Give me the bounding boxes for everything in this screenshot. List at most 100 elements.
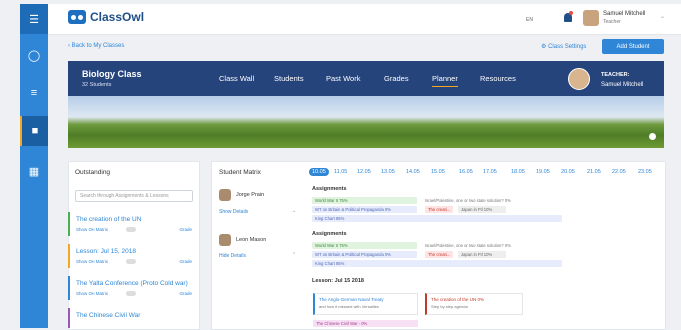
menu-icon[interactable]: ☰ [20, 4, 48, 34]
class-settings-label: Class Settings [548, 44, 587, 50]
chevron-down-icon[interactable]: ⌄ [292, 208, 296, 214]
lesson-label: Lesson: Jul 15 2018 [312, 278, 364, 284]
cover-nav-icon[interactable] [649, 133, 656, 140]
assignment-chip[interactable]: Japan in Ftl 10% [458, 251, 506, 258]
user-avatar[interactable] [583, 10, 599, 26]
grade-link[interactable]: Grade [179, 291, 192, 296]
dashboard-icon[interactable]: ◯ [20, 40, 48, 70]
assignment-chip[interactable]: The creati... [425, 251, 453, 258]
date-column[interactable]: 23.05 [638, 169, 652, 175]
brand-name: ClassOwl [90, 10, 145, 24]
tab-planner[interactable]: Planner [432, 74, 458, 87]
assignment-chip[interactable]: World War II 75% [312, 197, 417, 204]
search-input[interactable]: Search through Assignments & Lessons [75, 190, 193, 202]
hide-details-link[interactable]: Hide Details [219, 253, 246, 259]
user-role: Teacher [603, 19, 621, 25]
assignments-label: Assignments [312, 186, 347, 192]
lesson-chip[interactable]: The Chinese Civil War - 0% [313, 320, 418, 327]
tab-grades[interactable]: Grades [384, 74, 409, 83]
assignment-chip[interactable]: World War II 75% [312, 242, 417, 249]
teacher-label: TEACHER: [601, 72, 630, 78]
assignment-chip[interactable]: King Chart 85% [312, 215, 562, 222]
assignment-chip[interactable]: WT on Britain & Political Propaganda 0% [312, 251, 417, 258]
lesson-card[interactable]: The creation of the UN 0% Step by step a… [425, 293, 523, 315]
user-name[interactable]: Samuel Mitchell [603, 11, 645, 17]
date-column[interactable]: 19.05 [536, 169, 550, 175]
item-title[interactable]: Lesson: Jul 15, 2018 [76, 248, 136, 255]
outstanding-title: Outstanding [75, 169, 111, 176]
show-on-matrix-toggle[interactable] [126, 227, 136, 232]
item-title[interactable]: The creation of the UN [76, 216, 141, 223]
date-column[interactable]: 16.05 [459, 169, 473, 175]
matrix-title: Student Matrix [219, 169, 261, 176]
topbar: ClassOwl EN Samuel Mitchell Teacher ⌄ [48, 4, 681, 35]
class-settings-link[interactable]: ⚙ Class Settings [541, 43, 586, 50]
teacher-avatar [568, 68, 590, 90]
class-name: Biology Class [82, 69, 142, 79]
sidebar: ☰ ◯ ≡ ■ ▦ [20, 4, 48, 328]
student-count: 32 Students [82, 82, 112, 88]
assignment-chip[interactable]: WT on Britain & Political Propaganda 0% [312, 206, 417, 213]
student-name[interactable]: Leon Mason [236, 237, 266, 243]
back-link-label: Back to My Classes [71, 43, 125, 49]
assignment-chip[interactable]: King Chart 85% [312, 260, 562, 267]
assignment-note: Israel/Palestine, one or two state solut… [425, 198, 511, 203]
show-on-matrix-toggle[interactable] [126, 259, 136, 264]
outstanding-item[interactable]: The Chinese Civil War [68, 308, 198, 328]
assignment-chip[interactable]: The creati... [425, 206, 453, 213]
show-details-link[interactable]: Show Details [219, 209, 248, 215]
date-column[interactable]: 11.05 [334, 169, 347, 175]
outstanding-item[interactable]: Lesson: Jul 15, 2018 Show On Matrix Grad… [68, 244, 198, 268]
class-cover-image [68, 96, 664, 148]
calendar-icon[interactable]: ▦ [20, 156, 48, 186]
date-column[interactable]: 22.05 [612, 169, 626, 175]
outstanding-item[interactable]: The Yalta Conference (Proto Cold war) Sh… [68, 276, 198, 300]
show-on-matrix-label: Show On Matrix [76, 227, 109, 232]
student-avatar [219, 189, 231, 201]
language-flag-icon[interactable]: EN [526, 17, 533, 23]
tab-students[interactable]: Students [274, 74, 304, 83]
classes-icon[interactable]: ■ [20, 116, 48, 146]
assignment-chip[interactable]: Japan in Ftl 10% [458, 206, 506, 213]
date-column[interactable]: 15.05 [431, 169, 445, 175]
logo[interactable]: ClassOwl [68, 10, 144, 24]
student-name[interactable]: Jorge Prain [236, 192, 264, 198]
item-title[interactable]: The Yalta Conference (Proto Cold war) [76, 280, 188, 287]
date-column[interactable]: 14.05 [406, 169, 420, 175]
item-title[interactable]: The Chinese Civil War [76, 312, 140, 319]
date-column[interactable]: 12.05 [357, 169, 371, 175]
lesson-card-subtitle: Step by step agenda [431, 304, 468, 309]
date-column[interactable]: 10.05 [309, 168, 329, 176]
lesson-card[interactable]: The Anglo-German Naval Treaty and how it… [313, 293, 418, 315]
show-on-matrix-label: Show On Matrix [76, 291, 109, 296]
grade-link[interactable]: Grade [179, 227, 192, 232]
notification-badge [569, 11, 573, 15]
date-column[interactable]: 18.05 [511, 169, 525, 175]
outstanding-item[interactable]: The creation of the UN Show On Matrix Gr… [68, 212, 198, 236]
back-link[interactable]: ‹ Back to My Classes [68, 43, 124, 49]
add-student-button[interactable]: Add Student [602, 39, 664, 54]
assignment-note: Israel/Palestine, one or two state solut… [425, 243, 511, 248]
date-column[interactable]: 13.05 [381, 169, 395, 175]
tab-class-wall[interactable]: Class Wall [219, 74, 254, 83]
date-column[interactable]: 20.05 [561, 169, 575, 175]
grade-link[interactable]: Grade [179, 259, 192, 264]
date-column[interactable]: 21.05 [587, 169, 601, 175]
lesson-card-subtitle: and how it messed with Versailles [319, 304, 379, 309]
show-on-matrix-label: Show On Matrix [76, 259, 109, 264]
chevron-down-icon[interactable]: ⌄ [660, 13, 665, 20]
gear-icon: ⚙ [541, 44, 547, 50]
tab-past-work[interactable]: Past Work [326, 74, 360, 83]
assignments-label: Assignments [312, 231, 347, 237]
list-icon[interactable]: ≡ [20, 78, 48, 108]
teacher-name: Samuel Mitchell [601, 82, 644, 88]
owl-logo-icon [68, 10, 86, 24]
date-column[interactable]: 17.05 [483, 169, 497, 175]
class-header: Biology Class 32 Students Class Wall Stu… [68, 61, 664, 96]
lesson-card-title: The Anglo-German Naval Treaty [319, 297, 384, 302]
chevron-up-icon[interactable]: ⌃ [292, 252, 296, 258]
show-on-matrix-toggle[interactable] [126, 291, 136, 296]
tab-resources[interactable]: Resources [480, 74, 516, 83]
lesson-card-title: The creation of the UN 0% [431, 297, 485, 302]
student-avatar [219, 234, 231, 246]
